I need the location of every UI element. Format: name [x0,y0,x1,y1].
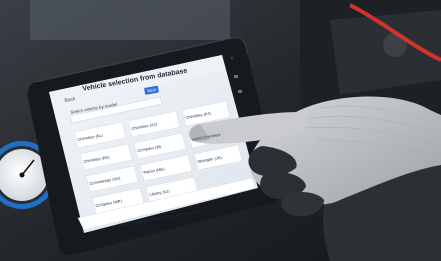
gauge-hub [19,172,25,178]
photo: Back Vehicle selection from database Sel… [0,0,441,261]
menu-icon [238,90,242,93]
scene [0,0,441,261]
wifi-icon [234,75,238,78]
upper-light [30,0,230,40]
camera-icon [230,56,234,60]
